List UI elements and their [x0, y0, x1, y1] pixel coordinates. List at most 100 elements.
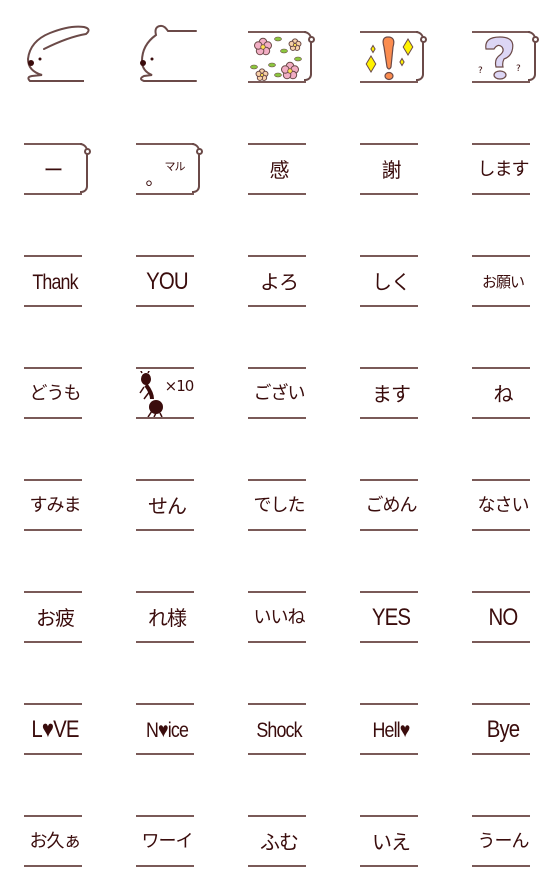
sticker-item[interactable]: YES	[336, 560, 448, 672]
sticker-text: YOU	[146, 268, 189, 295]
sticker-item[interactable]: しく	[336, 224, 448, 336]
sticker-item[interactable]: 謝	[336, 112, 448, 224]
sticker-frame: ??	[472, 31, 539, 83]
rule-line-top	[24, 591, 82, 593]
sticker-item[interactable]: します	[448, 112, 560, 224]
sticker-frame: うーん	[472, 815, 530, 867]
rule-line-bottom	[24, 305, 82, 307]
sticker-frame: せん	[136, 479, 194, 531]
rule-line-bottom	[360, 865, 418, 867]
sticker-item[interactable]: どうも	[0, 336, 112, 448]
sticker-item[interactable]: よろ	[224, 224, 336, 336]
leaf-icon	[280, 48, 288, 54]
question-mark-icon: ??	[478, 36, 521, 80]
sticker-frame: すみま	[24, 479, 82, 531]
sticker-item[interactable]: ??	[448, 0, 560, 112]
sticker-item[interactable]: Thank	[0, 224, 112, 336]
sticker-item[interactable]: お願い	[448, 224, 560, 336]
rule-line-top	[472, 367, 530, 369]
sticker-item[interactable]: すみま	[0, 448, 112, 560]
sticker-item[interactable]: ね	[448, 336, 560, 448]
rule-line-bottom	[360, 193, 418, 195]
sticker-item[interactable]	[112, 0, 224, 112]
sticker-item[interactable]	[336, 0, 448, 112]
sticker-frame: ごめん	[360, 479, 418, 531]
sticker-frame: します	[472, 143, 530, 195]
sticker-item[interactable]: NO	[448, 560, 560, 672]
flowers-icon	[250, 36, 302, 81]
sticker-text: なさい	[477, 495, 530, 516]
sticker-text: ワーイ	[141, 831, 194, 852]
flower-icon	[253, 37, 273, 56]
sticker-item[interactable]: ます	[336, 336, 448, 448]
sticker-frame: お疲	[24, 591, 82, 643]
leaf-icon	[268, 62, 276, 68]
sticker-item[interactable]: Hell ♥	[336, 672, 448, 784]
sticker-frame: ます	[360, 367, 418, 419]
sticker-text: ごめん	[365, 495, 418, 516]
sticker-frame	[248, 31, 315, 83]
sticker-item[interactable]: L ♥ VE	[0, 672, 112, 784]
sticker-text: いえ	[372, 830, 411, 854]
sticker-item[interactable]: ござい	[224, 336, 336, 448]
rule-line-top	[24, 479, 82, 481]
sticker-frame: どうも	[24, 367, 82, 419]
rule-line-bottom	[136, 865, 194, 867]
rule-line-top	[472, 479, 530, 481]
sticker-item[interactable]: いいね	[224, 560, 336, 672]
sticker-item[interactable]: うーん	[448, 784, 560, 896]
flower-icon	[288, 38, 302, 51]
sticker-text: Thank	[32, 270, 78, 294]
sticker-text: お久ぁ	[29, 831, 82, 852]
sticker-frame: NO	[472, 591, 530, 643]
sticker-item[interactable]: れ様	[112, 560, 224, 672]
sticker-item[interactable]: Shock	[224, 672, 336, 784]
rule-line-bottom	[472, 193, 530, 195]
sticker-text: しく	[372, 270, 411, 294]
sticker-text: よろ	[260, 270, 299, 294]
sticker-item[interactable]: Bye	[448, 672, 560, 784]
sticker-item[interactable]: いえ	[336, 784, 448, 896]
rule-line-bottom	[248, 305, 306, 307]
rule-line-bottom	[24, 641, 82, 643]
sticker-text: でした	[253, 495, 306, 516]
sticker-item[interactable]: でした	[224, 448, 336, 560]
rule-line-top	[472, 255, 530, 257]
rule-line-top	[248, 143, 306, 145]
sparkle-icon	[402, 38, 414, 56]
sticker-item[interactable]: ふむ	[224, 784, 336, 896]
rule-line-bottom	[472, 417, 530, 419]
sticker-item[interactable]: ワーイ	[112, 784, 224, 896]
sticker-item[interactable]: N ♥ ice	[112, 672, 224, 784]
rule-line-bottom	[136, 193, 194, 195]
rule-line-bottom	[24, 529, 82, 531]
sticker-item[interactable]: せん	[112, 448, 224, 560]
rule-line-top	[136, 143, 194, 145]
sticker-item[interactable]	[0, 0, 112, 112]
rule-line-bottom	[472, 529, 530, 531]
sticker-text: L ♥ VE	[31, 716, 79, 743]
sticker-frame: いいね	[248, 591, 306, 643]
rule-line-top	[24, 815, 82, 817]
sticker-item[interactable]: お疲	[0, 560, 112, 672]
rule-line-bottom	[248, 641, 306, 643]
rule-line-top	[136, 479, 194, 481]
sticker-item[interactable]: 。マル	[112, 112, 224, 224]
sticker-item[interactable]: ×10	[112, 336, 224, 448]
sticker-item[interactable]: 感	[224, 112, 336, 224]
rule-line-bottom	[360, 641, 418, 643]
rule-line-top	[248, 703, 306, 705]
sticker-item[interactable]: なさい	[448, 448, 560, 560]
rule-line-top	[472, 703, 530, 705]
sticker-text: せん	[148, 494, 187, 518]
sticker-item[interactable]	[224, 0, 336, 112]
sticker-text: どうも	[29, 383, 82, 404]
sticker-text: ます	[372, 382, 411, 406]
sticker-item[interactable]: お久ぁ	[0, 784, 112, 896]
rule-line-top	[360, 255, 418, 257]
sticker-item[interactable]: ー	[0, 112, 112, 224]
sticker-item[interactable]: YOU	[112, 224, 224, 336]
rule-line-bottom	[472, 753, 530, 755]
sticker-text: マル	[164, 159, 186, 173]
sticker-item[interactable]: ごめん	[336, 448, 448, 560]
